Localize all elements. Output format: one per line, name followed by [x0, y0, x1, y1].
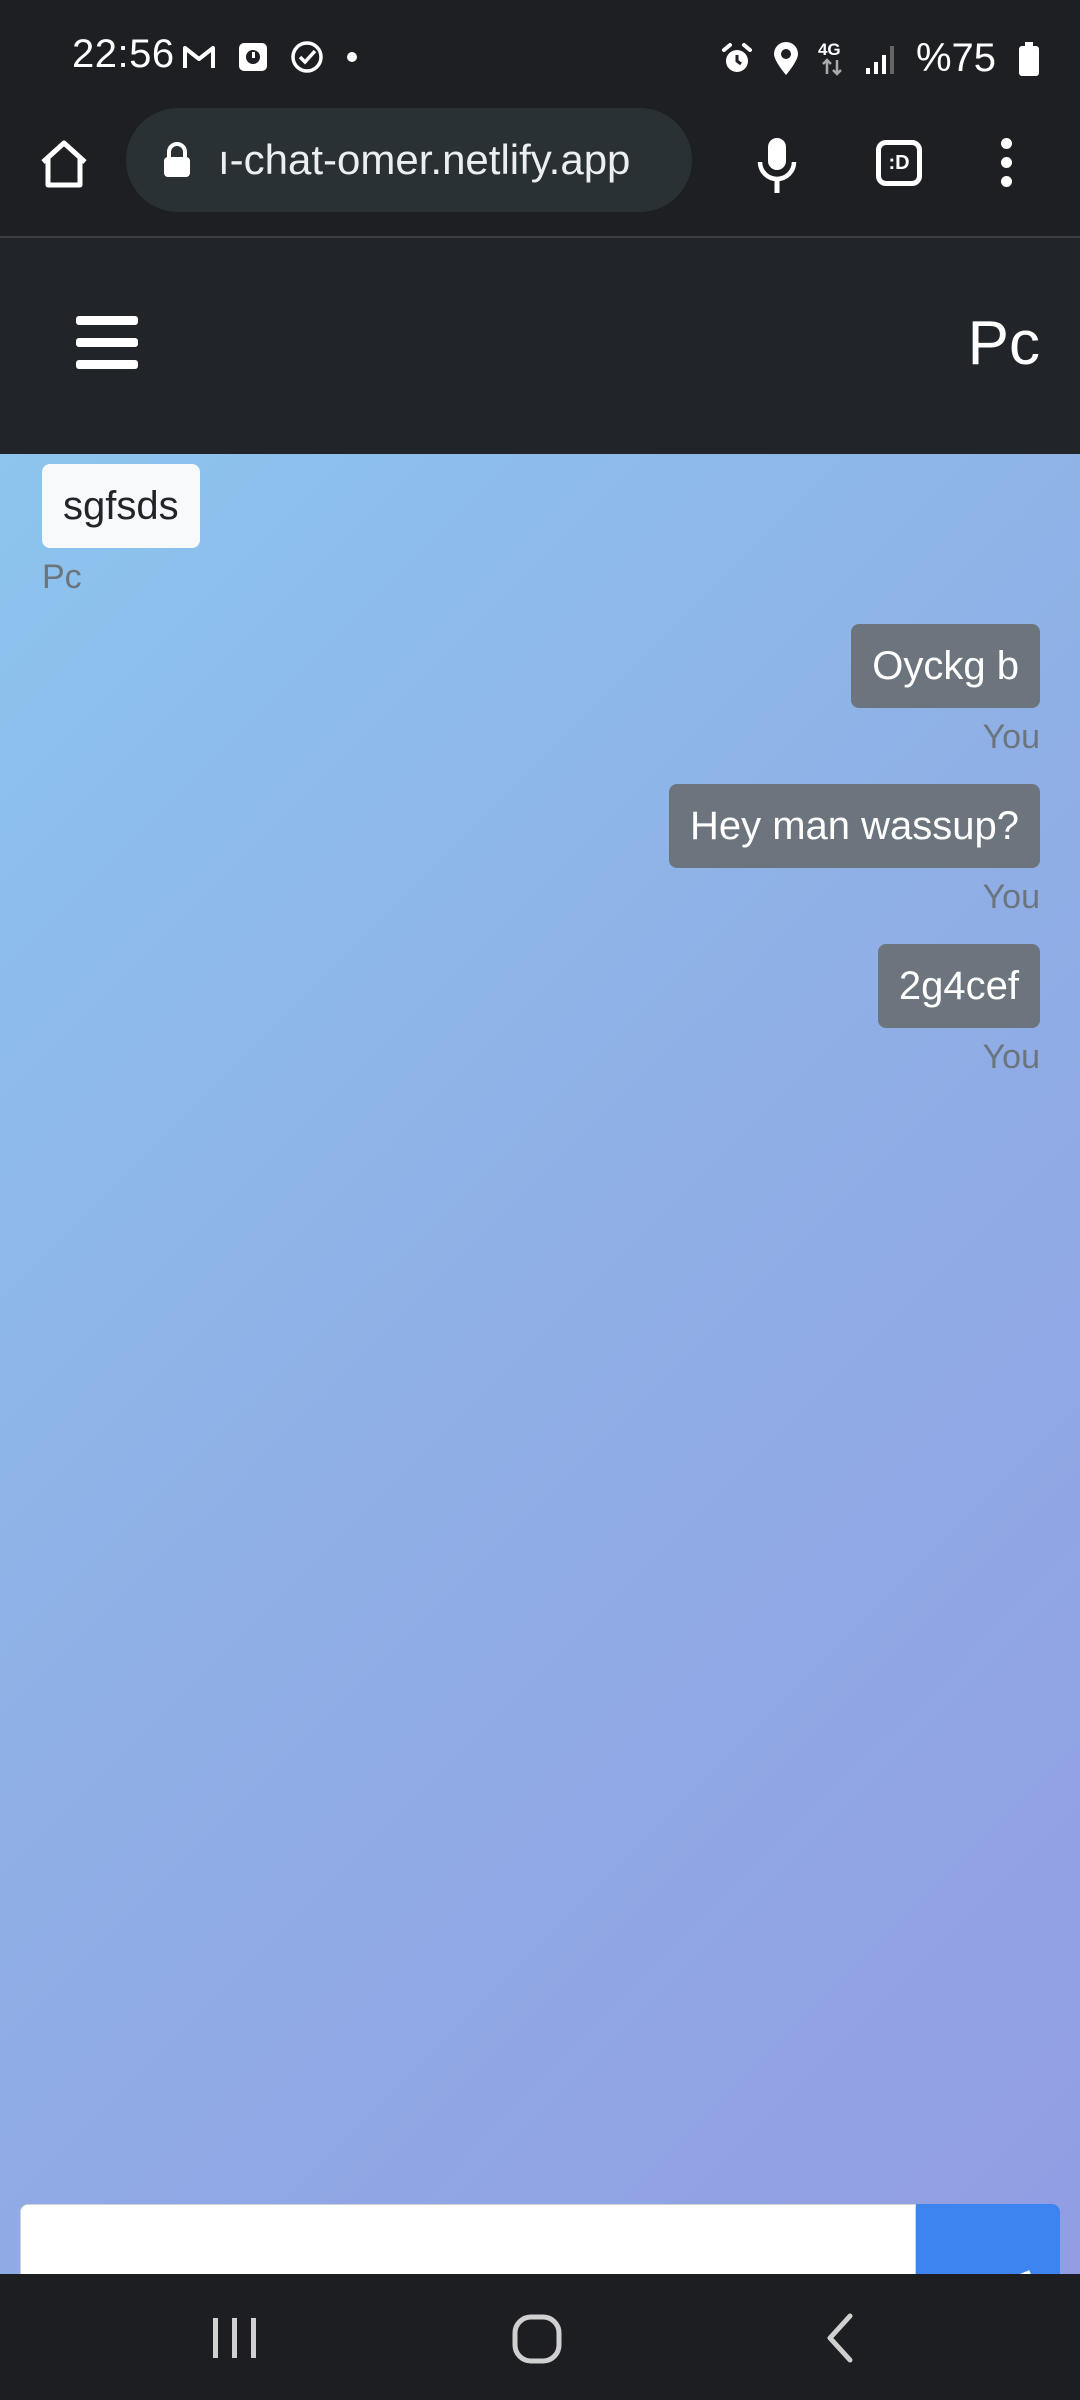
home-icon[interactable]: [38, 138, 90, 190]
lock-icon: [164, 142, 190, 177]
message-bubble: 2g4cef: [877, 944, 1040, 1028]
message-input[interactable]: [20, 2204, 916, 2274]
message-composer: [0, 2200, 1080, 2274]
chat-messages-area: sgfsds Pc Oyckg b You Hey man wassup? Yo…: [0, 454, 1080, 2274]
android-navigation-bar: [0, 2274, 1080, 2400]
message-sender: You: [982, 878, 1040, 916]
recent-apps-icon[interactable]: [210, 2316, 260, 2360]
status-time: 22:56: [72, 32, 175, 76]
message-sender: You: [982, 1038, 1040, 1076]
url-text: ı-chat-omer.netlify.app: [218, 136, 631, 183]
mic-icon[interactable]: [752, 136, 802, 196]
message-item: Oyckg b You: [851, 624, 1040, 757]
status-notification-icons: [182, 40, 358, 74]
status-bar: 22:56 4G %75: [0, 0, 1080, 118]
hamburger-icon[interactable]: [76, 316, 138, 369]
tabs-label: :D: [888, 152, 910, 174]
dot-icon: [347, 52, 357, 62]
notification-icon: [239, 43, 267, 71]
message-bubble: sgfsds: [42, 464, 200, 548]
message-sender: You: [982, 718, 1040, 756]
status-system-icons: 4G %75: [720, 36, 1040, 81]
message-bubble: Oyckg b: [851, 624, 1040, 708]
address-bar[interactable]: ı-chat-omer.netlify.app: [126, 108, 692, 212]
network-type-label: 4G: [817, 39, 841, 59]
browser-toolbar: ı-chat-omer.netlify.app :D: [0, 108, 1080, 238]
network-icon: 4G: [818, 40, 846, 78]
message-item: Hey man wassup? You: [668, 784, 1040, 917]
back-icon[interactable]: [822, 2312, 856, 2364]
app-navbar: Pc: [0, 238, 1080, 454]
send-button[interactable]: [916, 2204, 1060, 2274]
message-item: 2g4cef You: [877, 944, 1040, 1077]
signal-icon: [865, 45, 894, 74]
tabs-icon[interactable]: :D: [876, 140, 922, 186]
battery-icon: [1019, 41, 1039, 76]
location-icon: [773, 41, 798, 75]
message-sender: Pc: [42, 558, 82, 596]
gmail-icon: [183, 46, 215, 68]
alarm-icon: [721, 42, 752, 72]
more-menu-icon[interactable]: [996, 138, 1016, 190]
check-circle-icon: [291, 41, 323, 73]
message-item: sgfsds Pc: [42, 464, 200, 597]
message-bubble: Hey man wassup?: [668, 784, 1040, 868]
chat-partner-title: Pc: [967, 309, 1040, 378]
home-circle-icon[interactable]: [512, 2314, 562, 2364]
battery-percent: %75: [915, 36, 996, 80]
